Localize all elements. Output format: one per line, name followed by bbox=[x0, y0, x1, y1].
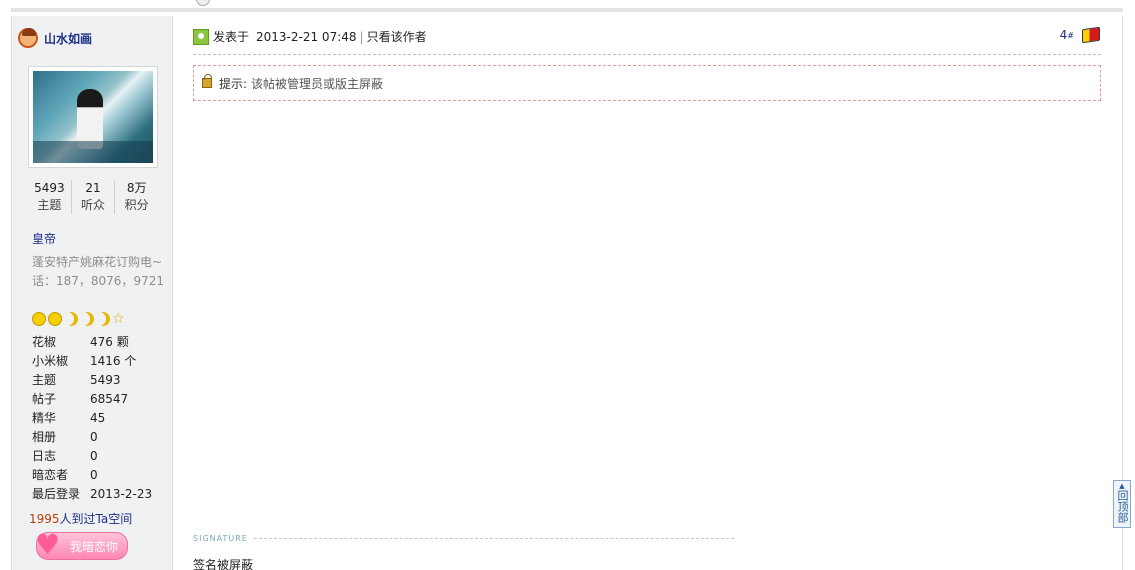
blocked-notice: 提示: 该帖被管理员或版主屏蔽 bbox=[193, 65, 1101, 101]
profile-key: 日志 bbox=[32, 449, 57, 463]
avatar-figure bbox=[77, 89, 103, 149]
profile-row: 小米椒 1416 个 bbox=[32, 351, 152, 370]
profile-row: 相册 0 bbox=[32, 427, 152, 446]
profile-key: 暗恋者 bbox=[32, 468, 69, 482]
lock-icon bbox=[202, 74, 212, 88]
only-author-link[interactable]: 只看该作者 bbox=[367, 28, 427, 45]
author-custom-title: 蓬安特产姚麻花订购电~话：187，8076，9721 bbox=[32, 255, 164, 288]
profile-key: 帖子 bbox=[32, 392, 57, 406]
author-rank[interactable]: 皇帝 bbox=[32, 230, 56, 247]
crush-button-label: 我暗恋你 bbox=[70, 539, 119, 554]
profile-key: 精华 bbox=[32, 411, 57, 425]
profile-value: 0 bbox=[90, 429, 98, 444]
profile-key: 最后登录 bbox=[32, 487, 81, 501]
notice-tip-label: 提示: bbox=[219, 76, 248, 91]
post-header: 发表于 2013-2-21 07:48 | 只看该作者 bbox=[193, 28, 427, 45]
stat-points-value: 8万 bbox=[126, 181, 147, 195]
arrow-up-icon: ▲ bbox=[1119, 482, 1125, 490]
profile-row: 暗恋者 0 bbox=[32, 465, 152, 484]
stat-topics[interactable]: 5493 主题 bbox=[28, 180, 71, 214]
radio-icon[interactable] bbox=[196, 0, 210, 6]
posted-label: 发表于 bbox=[213, 30, 250, 44]
profile-key: 花椒 bbox=[32, 335, 57, 349]
avatar[interactable] bbox=[28, 66, 158, 168]
level-icons: ☆ bbox=[32, 312, 126, 326]
forum-post-page: 山水如画 5493 主题 21 听众 8万 积分 皇帝 蓬安特产姚麻花订购电~话… bbox=[0, 0, 1135, 570]
star-icon: ☆ bbox=[112, 311, 125, 327]
crush-button[interactable]: ♥ 我暗恋你 bbox=[35, 528, 128, 561]
visit-text: 人到过Ta空间 bbox=[59, 512, 133, 526]
sun-icon bbox=[32, 312, 46, 326]
stat-topics-label: 主题 bbox=[37, 198, 62, 212]
stat-topics-value: 5493 bbox=[34, 181, 65, 195]
profile-value: 68547 bbox=[90, 391, 129, 406]
post-content-area: 发表于 2013-2-21 07:48 | 只看该作者 4 # 提示: 该帖被管理… bbox=[173, 16, 1123, 570]
profile-row: 花椒 476 颗 bbox=[32, 332, 152, 351]
author-sidebar: 山水如画 5493 主题 21 听众 8万 积分 皇帝 蓬安特产姚麻花订购电~话… bbox=[11, 16, 173, 570]
profile-row: 精华 45 bbox=[32, 408, 152, 427]
profile-row: 日志 0 bbox=[32, 446, 152, 465]
stat-listeners-label: 听众 bbox=[81, 198, 106, 212]
signature-divider: SIGNATURE bbox=[193, 534, 734, 543]
signature-label: SIGNATURE bbox=[193, 534, 248, 543]
profile-value: 0 bbox=[90, 448, 98, 463]
avatar-water bbox=[33, 141, 153, 163]
profile-value: 0 bbox=[90, 467, 98, 482]
profile-value: 1416 个 bbox=[90, 354, 137, 368]
floor-suffix: # bbox=[1067, 30, 1074, 40]
moon-icon bbox=[80, 312, 94, 326]
author-header: 山水如画 bbox=[18, 28, 92, 48]
separator: | bbox=[359, 29, 364, 44]
sun-icon bbox=[48, 312, 62, 326]
author-name[interactable]: 山水如画 bbox=[44, 30, 92, 47]
report-flag-icon[interactable] bbox=[1082, 26, 1100, 44]
profile-value: 476 颗 bbox=[90, 335, 129, 349]
profile-value: 5493 bbox=[90, 372, 121, 387]
profile-value: 2013-2-23 bbox=[90, 486, 153, 501]
profile-key: 小米椒 bbox=[32, 354, 69, 368]
visit-count: 1995 bbox=[29, 512, 60, 526]
notice-text: 该帖被管理员或版主屏蔽 bbox=[251, 76, 384, 91]
user-face-icon bbox=[18, 28, 38, 48]
moon-icon bbox=[64, 312, 78, 326]
stat-listeners[interactable]: 21 听众 bbox=[70, 180, 115, 214]
author-profile-list: 花椒 476 颗 小米椒 1416 个 主题 5493 帖子 68547 精华 45 相册… bbox=[32, 332, 152, 503]
floor-value: 4 bbox=[1059, 28, 1068, 42]
posted-time: 2013-2-21 07:48 bbox=[256, 29, 357, 44]
moon-icon bbox=[96, 312, 110, 326]
heart-icon: ♥ bbox=[35, 528, 61, 561]
avatar-image bbox=[33, 71, 153, 163]
signature-text: 签名被屏蔽 bbox=[193, 558, 254, 570]
stat-listeners-value: 21 bbox=[85, 181, 101, 195]
profile-key: 主题 bbox=[32, 373, 57, 387]
author-stats: 5493 主题 21 听众 8万 积分 bbox=[28, 180, 158, 214]
stat-points[interactable]: 8万 积分 bbox=[114, 180, 158, 214]
space-visits-link[interactable]: 1995人到过Ta空间 bbox=[29, 510, 132, 527]
back-to-top-button[interactable]: ▲ 回顶部 bbox=[1113, 480, 1131, 528]
previous-post-divider bbox=[11, 0, 1123, 12]
profile-value: 45 bbox=[90, 410, 106, 425]
stat-points-label: 积分 bbox=[124, 198, 149, 212]
online-user-icon bbox=[193, 28, 209, 45]
floor-number[interactable]: 4 # bbox=[1059, 26, 1100, 44]
profile-row: 最后登录 2013-2-23 bbox=[32, 484, 152, 503]
header-divider bbox=[193, 54, 1101, 55]
signature-line bbox=[253, 538, 734, 539]
back-to-top-label: 回顶部 bbox=[1116, 490, 1129, 523]
profile-row: 帖子 68547 bbox=[32, 389, 152, 408]
profile-row: 主题 5493 bbox=[32, 370, 152, 389]
profile-key: 相册 bbox=[32, 430, 57, 444]
